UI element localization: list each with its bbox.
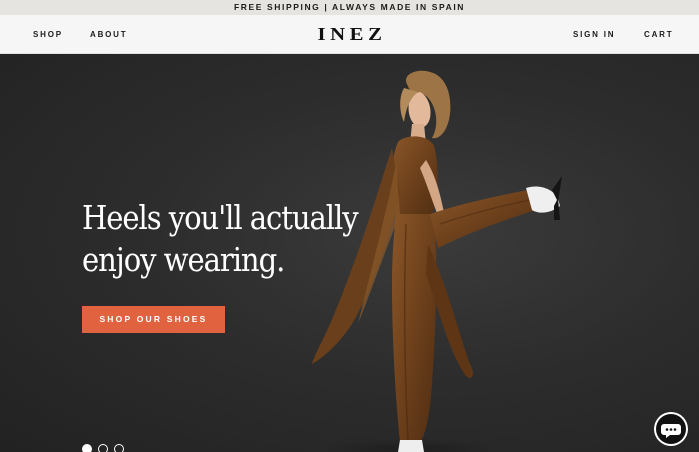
- nav-about-link[interactable]: ABOUT: [90, 15, 127, 54]
- carousel-dot-1[interactable]: [82, 444, 92, 452]
- nav-sign-in-link[interactable]: SIGN IN: [573, 15, 615, 54]
- top-navigation: SHOP ABOUT INEZ SIGN IN CART: [0, 15, 699, 54]
- announcement-bar: FREE SHIPPING | ALWAYS MADE IN SPAIN: [0, 0, 699, 15]
- chat-bubble-icon: [661, 424, 681, 438]
- brand-logo[interactable]: INEZ: [313, 23, 391, 45]
- nav-shop-link[interactable]: SHOP: [33, 15, 63, 54]
- hero-heading-line-1: Heels you'll actually: [82, 198, 359, 237]
- carousel-dot-2[interactable]: [98, 444, 108, 452]
- hero-heading-line-2: enjoy wearing.: [82, 240, 285, 279]
- announcement-text: FREE SHIPPING | ALWAYS MADE IN SPAIN: [233, 2, 466, 12]
- carousel-dot-3[interactable]: [114, 444, 124, 452]
- hero-banner: Heels you'll actually enjoy wearing. SHO…: [0, 54, 699, 452]
- shop-our-shoes-button[interactable]: SHOP OUR SHOES: [82, 306, 225, 333]
- chat-button[interactable]: [656, 414, 686, 444]
- hero-heading: Heels you'll actually enjoy wearing.: [82, 197, 359, 281]
- nav-cart-link[interactable]: CART: [644, 15, 673, 54]
